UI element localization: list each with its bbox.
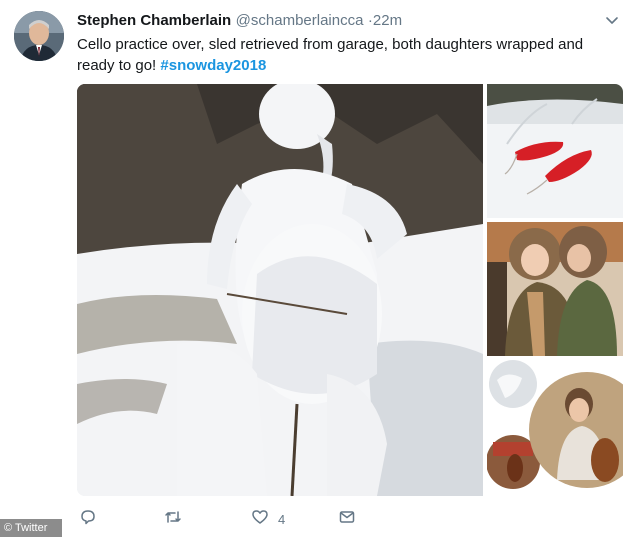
like-count: 4 bbox=[278, 511, 286, 527]
media-grid bbox=[77, 84, 623, 496]
heart-icon bbox=[251, 508, 269, 531]
author-name[interactable]: Stephen Chamberlain bbox=[77, 12, 231, 29]
retweet-icon bbox=[164, 508, 182, 531]
tweet-text: Cello practice over, sled retrieved from… bbox=[77, 34, 617, 76]
tweet-timestamp[interactable]: 22m bbox=[373, 12, 402, 29]
envelope-icon bbox=[338, 508, 356, 531]
author-avatar[interactable] bbox=[14, 11, 64, 61]
like-button[interactable]: 4 bbox=[251, 508, 285, 530]
hashtag-link[interactable]: #snowday2018 bbox=[160, 57, 266, 74]
author-handle[interactable]: @schamberlaincca bbox=[236, 12, 364, 29]
photo-cello-collage[interactable] bbox=[487, 360, 623, 496]
reply-button[interactable] bbox=[79, 508, 97, 530]
photo-red-sleds[interactable] bbox=[487, 84, 623, 218]
retweet-button[interactable] bbox=[164, 508, 182, 530]
photo-snow-cellist[interactable] bbox=[77, 84, 483, 496]
tweet-actions: 4 bbox=[77, 508, 397, 530]
reply-icon bbox=[79, 508, 97, 531]
tweet-text-body: Cello practice over, sled retrieved from… bbox=[77, 36, 584, 74]
tweet-header: Stephen Chamberlain @schamberlaincca ·22… bbox=[77, 12, 594, 34]
photo-daughters[interactable] bbox=[487, 222, 623, 356]
source-watermark: © Twitter bbox=[0, 519, 62, 537]
direct-message-button[interactable] bbox=[338, 508, 356, 530]
chevron-down-icon[interactable] bbox=[604, 13, 620, 29]
